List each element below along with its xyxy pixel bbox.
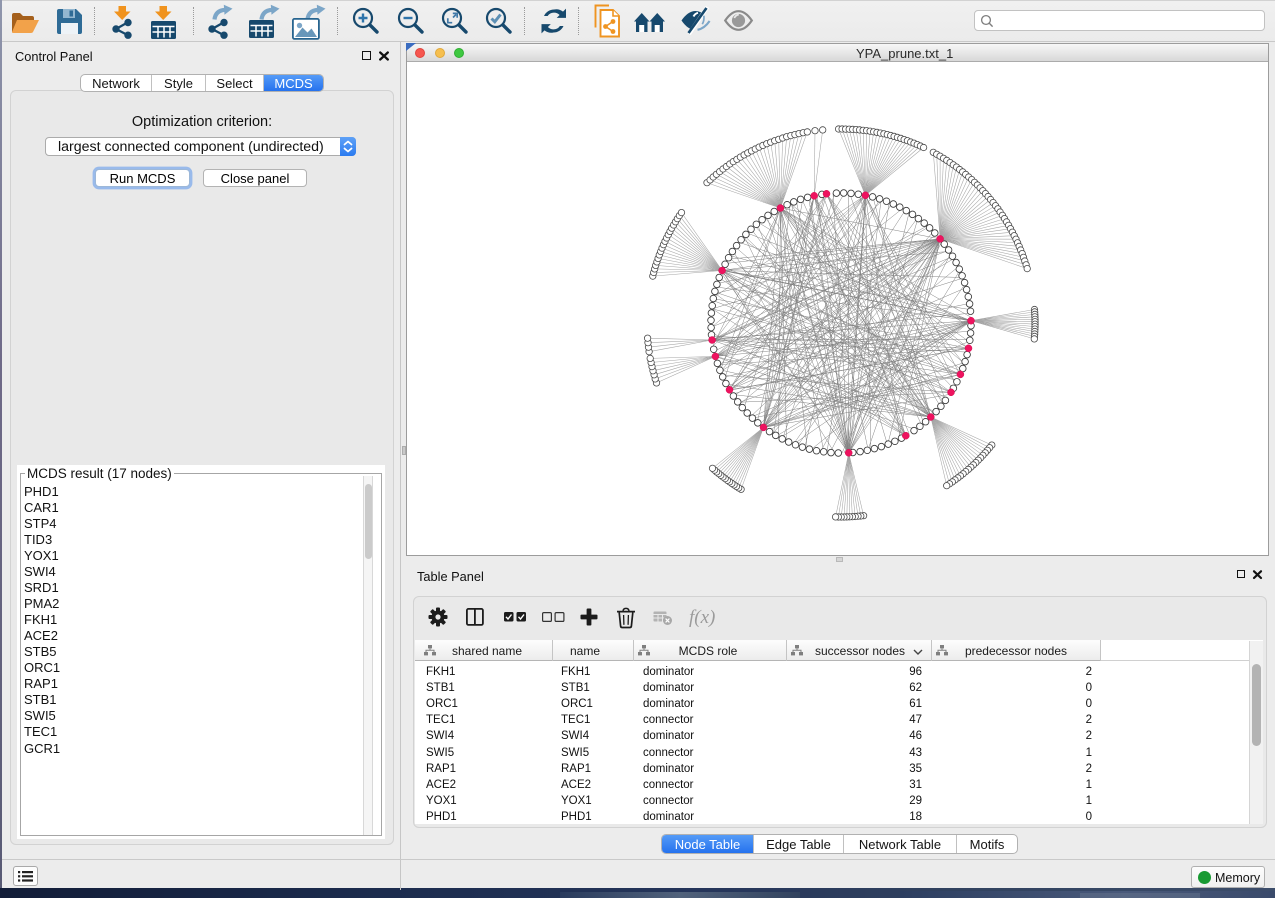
svg-text:f(x): f(x)	[689, 607, 715, 628]
